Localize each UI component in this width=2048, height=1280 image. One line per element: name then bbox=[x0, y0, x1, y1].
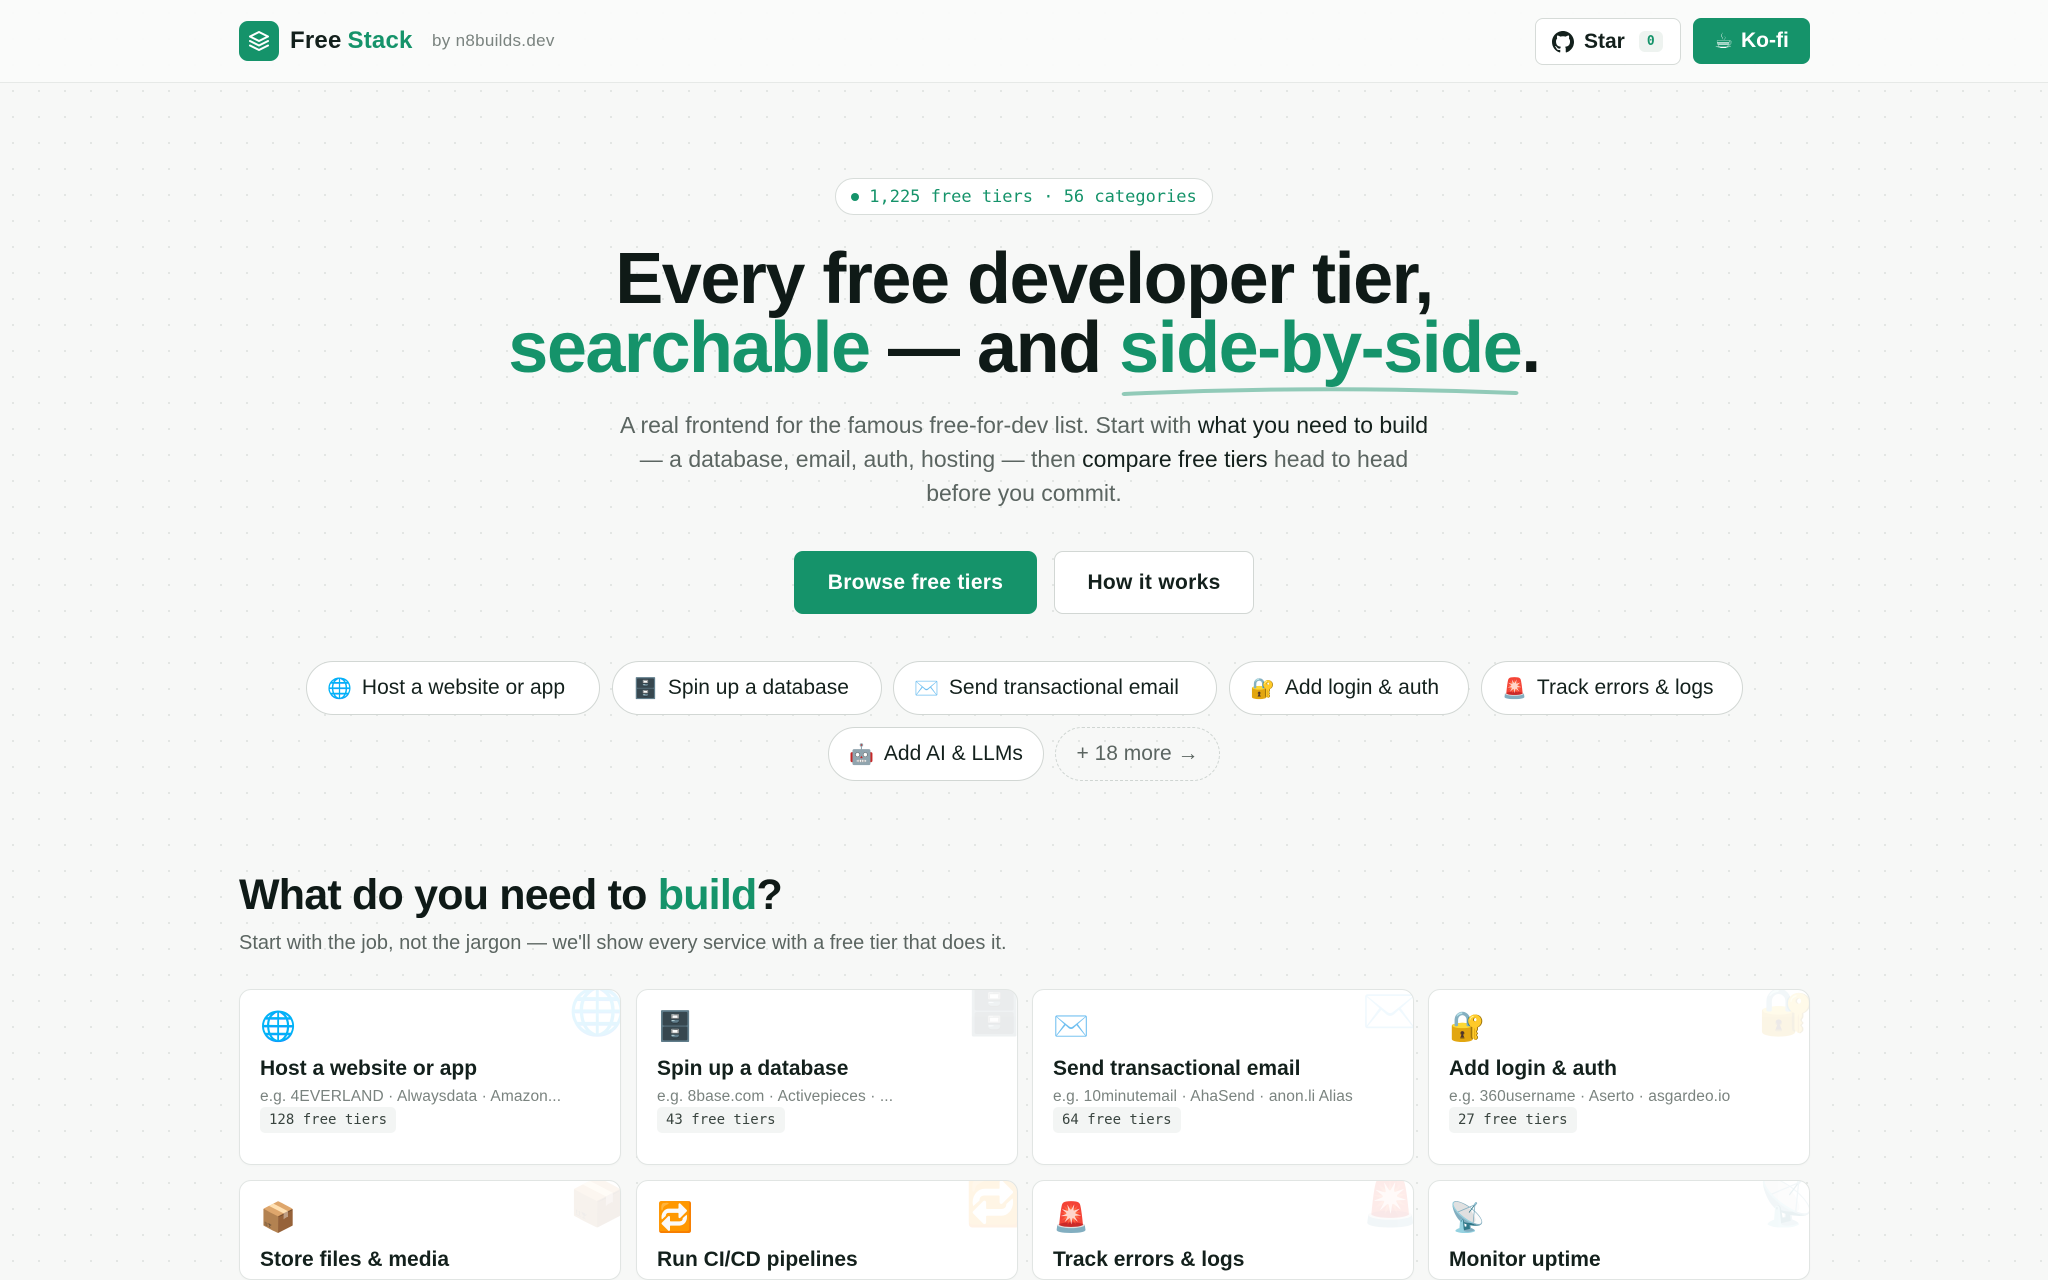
card-count-badge: 27 free tiers bbox=[1449, 1107, 1577, 1133]
siren-icon: 🚨 bbox=[1053, 1202, 1090, 1234]
card-count-badge: 64 free tiers bbox=[1053, 1107, 1181, 1133]
repeat-arrows-watermark-icon: 🔁 bbox=[965, 1180, 1018, 1228]
chip-more[interactable]: + 18 more → bbox=[1055, 727, 1220, 781]
status-dot-icon bbox=[851, 192, 860, 201]
chip-label: Send transactional email bbox=[948, 676, 1179, 699]
brand-second: Stack bbox=[347, 27, 413, 54]
chip-label: Track errors & logs bbox=[1536, 676, 1714, 699]
card-errors-logs[interactable]: 🚨 🚨 Track errors & logs bbox=[1032, 1180, 1414, 1280]
card-examples: e.g. 4EVERLAND · Alwaysdata · Amazon... bbox=[260, 1088, 562, 1105]
hero-word-searchable: searchable bbox=[508, 308, 871, 388]
chip-label: Host a website or app bbox=[361, 676, 566, 699]
kofi-label: Ko-fi bbox=[1741, 29, 1789, 52]
chip-host-website[interactable]: 🌐 Host a website or app bbox=[306, 661, 600, 715]
repeat-arrows-icon: 🔁 bbox=[657, 1202, 694, 1234]
satellite-dish-icon: 📡 bbox=[1449, 1202, 1486, 1234]
lock-key-icon: 🔐 bbox=[1449, 1011, 1486, 1043]
chip-database[interactable]: 🗄️ Spin up a database bbox=[612, 661, 882, 715]
globe-icon: 🌐 bbox=[327, 677, 352, 700]
chip-label: Spin up a database bbox=[667, 676, 849, 699]
envelope-icon: ✉️ bbox=[914, 677, 939, 700]
file-cabinet-watermark-icon: 🗄️ bbox=[965, 989, 1018, 1037]
browse-free-tiers-button[interactable]: Browse free tiers bbox=[794, 551, 1037, 614]
card-title: Store files & media bbox=[260, 1248, 450, 1271]
kofi-button[interactable]: ☕ Ko-fi bbox=[1693, 18, 1810, 64]
stats-pill-text: 1,225 free tiers · 56 categories bbox=[869, 186, 1197, 207]
chip-label: Add login & auth bbox=[1284, 676, 1440, 699]
globe-watermark-icon: 🌐 bbox=[568, 989, 621, 1037]
package-icon: 📦 bbox=[260, 1202, 297, 1234]
coffee-icon: ☕ bbox=[1714, 29, 1733, 53]
card-ci-cd[interactable]: 🔁 🔁 Run CI/CD pipelines bbox=[636, 1180, 1018, 1280]
siren-watermark-icon: 🚨 bbox=[1361, 1180, 1414, 1228]
satellite-dish-watermark-icon: 📡 bbox=[1757, 1180, 1810, 1228]
card-store-files[interactable]: 📦 📦 Store files & media bbox=[239, 1180, 621, 1280]
star-count-badge: 0 bbox=[1638, 31, 1663, 52]
package-watermark-icon: 📦 bbox=[568, 1180, 621, 1228]
top-nav: Free Stack by n8builds.dev Star 0 ☕ Ko-fi bbox=[0, 0, 2048, 83]
how-it-works-button[interactable]: How it works bbox=[1054, 551, 1254, 614]
logo-icon[interactable] bbox=[239, 21, 279, 61]
robot-icon: 🤖 bbox=[849, 743, 874, 766]
hero-subtitle: A real frontend for the famous free-for-… bbox=[620, 412, 1428, 506]
hero-word-side-by-side: side-by-side bbox=[1119, 312, 1523, 396]
section-subtitle: Start with the job, not the jargon — we'… bbox=[239, 932, 1007, 954]
card-title: Track errors & logs bbox=[1053, 1248, 1245, 1271]
stats-pill: 1,225 free tiers · 56 categories bbox=[835, 178, 1213, 215]
card-title: Host a website or app bbox=[260, 1057, 478, 1080]
chip-ai-llms[interactable]: 🤖 Add AI & LLMs bbox=[828, 727, 1044, 781]
card-title: Run CI/CD pipelines bbox=[657, 1248, 858, 1271]
chip-email[interactable]: ✉️ Send transactional email bbox=[893, 661, 1217, 715]
card-title: Monitor uptime bbox=[1449, 1248, 1601, 1271]
card-database[interactable]: 🗄️ 🗄️ Spin up a database e.g. 8base.com … bbox=[636, 989, 1018, 1165]
card-title: Send transactional email bbox=[1053, 1057, 1301, 1080]
envelope-watermark-icon: ✉️ bbox=[1361, 989, 1414, 1037]
section-title: What do you need to build? bbox=[239, 871, 783, 919]
github-star-button[interactable]: Star 0 bbox=[1535, 18, 1681, 65]
card-monitor-uptime[interactable]: 📡 📡 Monitor uptime bbox=[1428, 1180, 1810, 1280]
hero-title-line-2: searchable — and side-by-side. bbox=[0, 312, 2048, 396]
file-cabinet-icon: 🗄️ bbox=[633, 677, 658, 700]
card-title: Spin up a database bbox=[657, 1057, 849, 1080]
brand-first: Free bbox=[290, 27, 342, 54]
card-examples: e.g. 10minutemail · AhaSend · anon.li Al… bbox=[1053, 1088, 1353, 1105]
brand-byline[interactable]: by n8builds.dev bbox=[432, 31, 555, 51]
card-email[interactable]: ✉️ ✉️ Send transactional email e.g. 10mi… bbox=[1032, 989, 1414, 1165]
card-title: Add login & auth bbox=[1449, 1057, 1617, 1080]
envelope-icon: ✉️ bbox=[1053, 1011, 1090, 1043]
hero-title-end: . bbox=[1521, 308, 1541, 388]
lock-key-icon: 🔐 bbox=[1250, 677, 1275, 700]
file-cabinet-icon: 🗄️ bbox=[657, 1011, 694, 1043]
globe-icon: 🌐 bbox=[260, 1011, 297, 1043]
chip-label: Add AI & LLMs bbox=[883, 742, 1023, 765]
siren-icon: 🚨 bbox=[1502, 677, 1527, 700]
brand-name[interactable]: Free Stack bbox=[290, 27, 413, 55]
hero-title-line-1: Every free developer tier, bbox=[615, 239, 1434, 319]
underline-squiggle-icon bbox=[1121, 387, 1519, 396]
github-icon bbox=[1552, 30, 1574, 52]
chip-errors-logs[interactable]: 🚨 Track errors & logs bbox=[1481, 661, 1743, 715]
card-examples: e.g. 360username · Aserto · asgardeo.io bbox=[1449, 1088, 1731, 1105]
card-count-badge: 128 free tiers bbox=[260, 1107, 397, 1133]
lock-key-watermark-icon: 🔐 bbox=[1757, 989, 1810, 1037]
chip-auth[interactable]: 🔐 Add login & auth bbox=[1229, 661, 1469, 715]
card-count-badge: 43 free tiers bbox=[657, 1107, 785, 1133]
card-examples: e.g. 8base.com · Activepieces · ... bbox=[657, 1088, 894, 1105]
hero-title-mid: — and bbox=[869, 308, 1120, 388]
star-label: Star bbox=[1584, 29, 1625, 53]
card-auth[interactable]: 🔐 🔐 Add login & auth e.g. 360username · … bbox=[1428, 989, 1810, 1165]
card-host-website[interactable]: 🌐 🌐 Host a website or app e.g. 4EVERLAND… bbox=[239, 989, 621, 1165]
